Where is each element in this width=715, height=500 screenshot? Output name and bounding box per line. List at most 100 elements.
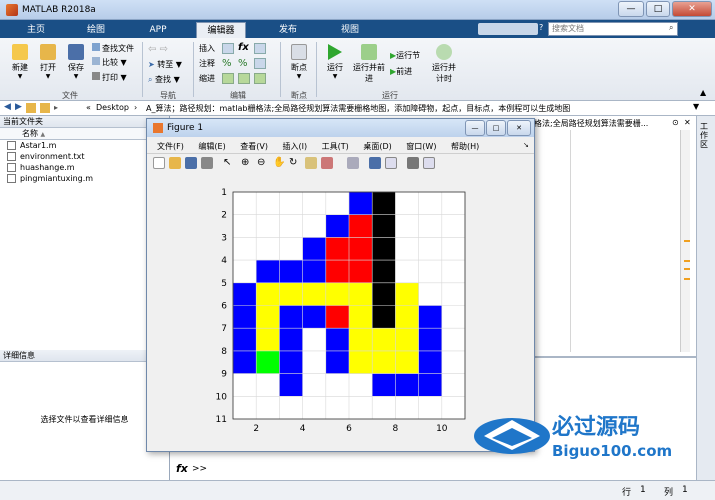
warning-marker[interactable]	[684, 240, 690, 242]
back-icon[interactable]: ◀	[4, 102, 11, 112]
goto-button[interactable]: ➤ 转至 ▼	[148, 59, 190, 71]
back-forward-icon[interactable]: ⇦ ⇨	[148, 44, 178, 56]
file-item[interactable]: Astar1.m	[0, 140, 169, 151]
tab-editor[interactable]: 编辑器	[196, 22, 246, 38]
pointer-icon[interactable]: ↖	[223, 157, 235, 169]
menu-window[interactable]: 窗口(W)	[406, 142, 436, 151]
search-input[interactable]: 搜索文档	[548, 22, 678, 36]
maximize-button[interactable]: □	[646, 1, 670, 17]
name-column-header[interactable]: 名称 ▲	[0, 128, 169, 140]
minimize-button[interactable]: —	[618, 1, 644, 17]
menu-file[interactable]: 文件(F)	[157, 142, 184, 151]
new-button[interactable]: 新建 ▼	[6, 44, 34, 80]
print-figure-icon[interactable]	[201, 157, 213, 169]
print-button[interactable]: 打印 ▼	[92, 72, 140, 84]
legend-icon[interactable]	[385, 157, 397, 169]
uncomment-icon[interactable]: %	[238, 58, 250, 69]
zoom-out-icon[interactable]: ⊖	[257, 157, 269, 169]
grid-cell	[233, 350, 257, 374]
open-button[interactable]: 打开 ▼	[34, 44, 62, 80]
data-cursor-icon[interactable]	[305, 157, 317, 169]
workspace-label[interactable]: 工作区	[700, 122, 712, 149]
menu-tools[interactable]: 工具(T)	[322, 142, 349, 151]
warning-marker[interactable]	[684, 268, 690, 270]
tab-view[interactable]: 视图	[330, 22, 370, 38]
x-tick-label: 4	[300, 424, 306, 433]
goto-icon: ➤	[148, 60, 155, 69]
indent-button[interactable]: 缩进	[199, 73, 221, 85]
breakpoints-button[interactable]: 断点 ▼	[286, 44, 312, 80]
quick-access-toolbar[interactable]	[478, 23, 538, 35]
pan-icon[interactable]: ✋	[273, 157, 285, 169]
editor-menu-icon[interactable]: ⊙	[672, 118, 682, 127]
menu-view[interactable]: 查看(V)	[240, 142, 268, 151]
browse-folder-icon[interactable]	[40, 103, 50, 113]
grid-cell	[372, 305, 396, 329]
figure-title: Figure 1	[167, 123, 204, 133]
find-button[interactable]: ⌕ 查找 ▼	[148, 74, 190, 86]
warning-marker[interactable]	[684, 260, 690, 262]
comment-button[interactable]: 注释	[199, 58, 221, 70]
collapse-ribbon-icon[interactable]: ▲	[700, 88, 706, 97]
comment-icon[interactable]: %	[222, 58, 234, 69]
compare-button[interactable]: 比较 ▼	[92, 57, 140, 69]
editor-tab[interactable]: 格法;全局路径规划算法需要栅...	[534, 118, 672, 130]
tab-publish[interactable]: 发布	[268, 22, 308, 38]
file-item[interactable]: pingmiantuxing.m	[0, 173, 169, 184]
forward-icon[interactable]: ▶	[15, 102, 22, 112]
address-segment-desktop[interactable]: Desktop	[96, 103, 129, 112]
tab-apps[interactable]: APP	[140, 22, 176, 38]
search-icon[interactable]: ⌕	[669, 23, 679, 33]
open-file-icon[interactable]	[169, 157, 181, 169]
wrap-icon[interactable]	[254, 58, 266, 69]
file-item[interactable]: huashange.m	[0, 162, 169, 173]
new-figure-icon[interactable]	[153, 157, 165, 169]
run-time-button[interactable]: 运行并计时	[430, 44, 458, 84]
folder-up-icon[interactable]	[26, 103, 36, 113]
dock-icon[interactable]	[423, 157, 435, 169]
zoom-in-icon[interactable]: ⊕	[241, 157, 253, 169]
brush-icon[interactable]	[321, 157, 333, 169]
menu-insert[interactable]: 插入(I)	[283, 142, 308, 151]
figure-minimize-button[interactable]: —	[465, 120, 485, 136]
grid-cell	[302, 282, 326, 306]
figure-window[interactable]: Figure 1 — □ ✕ 文件(F) 编辑(E) 查看(V) 插入(I) 工…	[146, 118, 535, 452]
address-root[interactable]: «	[86, 103, 91, 112]
insert-section-icon[interactable]	[222, 43, 234, 54]
find-files-button[interactable]: 查找文件	[92, 43, 140, 55]
link-plot-icon[interactable]	[347, 157, 359, 169]
address-segment-folder[interactable]: A_算法；路径规划：matlab栅格法;全局路径规划算法需要栅格地图，添加障碍物…	[146, 103, 686, 114]
insert-button[interactable]: 插入	[199, 43, 221, 55]
run-button[interactable]: 运行 ▼	[322, 44, 348, 80]
run-section-button[interactable]: ▶运行节	[390, 50, 430, 62]
tab-plots[interactable]: 绘图	[78, 22, 114, 38]
save-button[interactable]: 保存 ▼	[62, 44, 90, 80]
figure-close-button[interactable]: ✕	[507, 120, 531, 136]
decrease-indent-icon[interactable]	[254, 73, 266, 84]
grid-map-plot[interactable]: 2 4 6 8 101234567891011	[147, 173, 534, 433]
fx-icon[interactable]: fx	[238, 42, 250, 53]
hide-tools-icon[interactable]	[407, 157, 419, 169]
tab-home[interactable]: 主页	[18, 22, 54, 38]
increase-indent-icon[interactable]	[238, 73, 250, 84]
smart-indent-icon[interactable]	[222, 73, 234, 84]
figure-maximize-button[interactable]: □	[486, 120, 506, 136]
file-item[interactable]: environment.txt	[0, 151, 169, 162]
insert-function-icon[interactable]	[254, 43, 266, 54]
warning-marker[interactable]	[684, 278, 690, 280]
colorbar-icon[interactable]	[369, 157, 381, 169]
close-button[interactable]: ✕	[672, 1, 712, 17]
menu-edit[interactable]: 编辑(E)	[198, 142, 225, 151]
help-icon[interactable]: ?	[539, 23, 547, 35]
address-dropdown-icon[interactable]: ▼	[693, 102, 699, 111]
run-advance-button[interactable]: 运行并前进	[352, 44, 386, 84]
figure-dock-icon[interactable]: ↘	[523, 141, 529, 149]
menu-help[interactable]: 帮助(H)	[451, 142, 479, 151]
editor-close-icon[interactable]: ✕	[684, 118, 694, 127]
open-folder-icon	[40, 44, 56, 60]
title-bar: MATLAB R2018a — □ ✕	[0, 0, 715, 20]
menu-desktop[interactable]: 桌面(D)	[363, 142, 391, 151]
save-figure-icon[interactable]	[185, 157, 197, 169]
rotate-icon[interactable]: ↻	[289, 157, 301, 169]
advance-button[interactable]: ▶前进	[390, 66, 430, 78]
